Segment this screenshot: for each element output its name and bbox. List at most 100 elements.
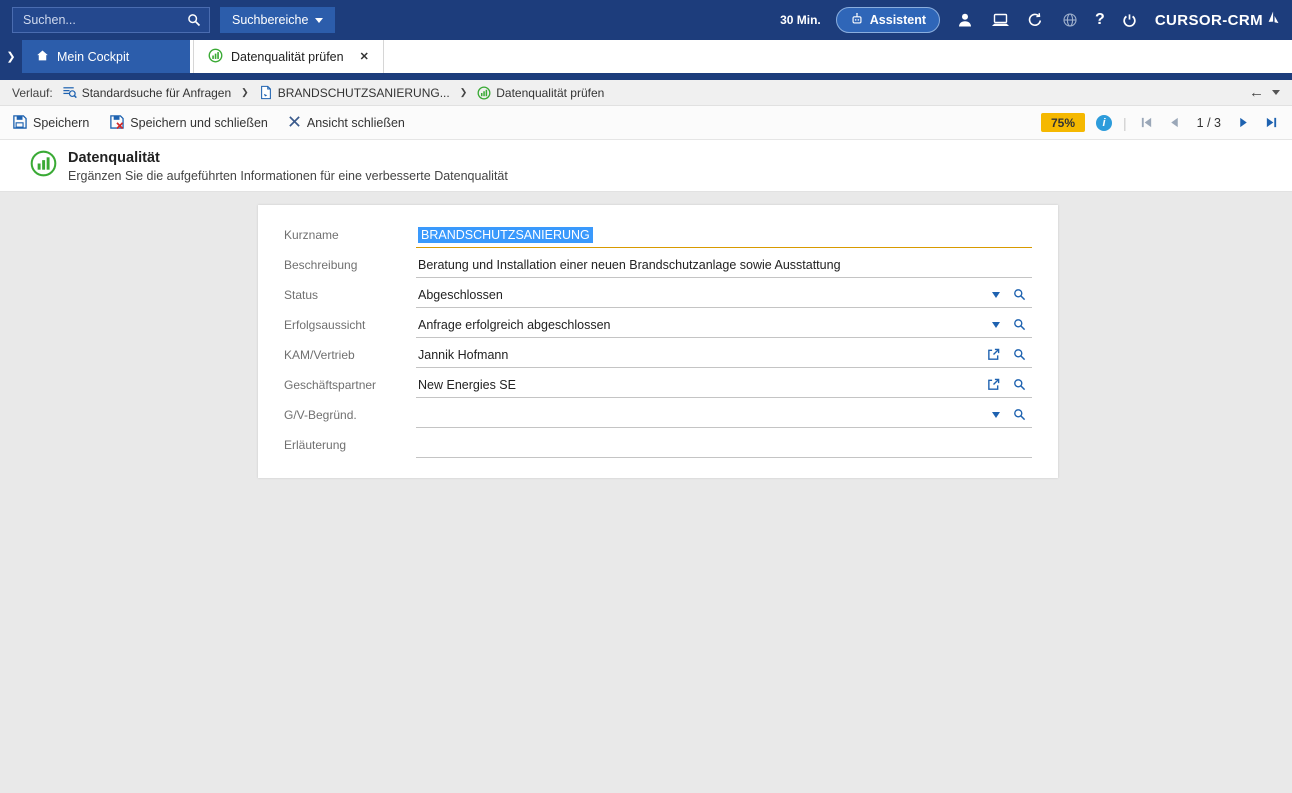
- field-kam-vertrieb[interactable]: Jannik Hofmann: [416, 342, 1032, 368]
- user-icon[interactable]: [955, 10, 975, 30]
- globe-icon[interactable]: [1060, 10, 1080, 30]
- field-value-geschäftspartner: New Energies SE: [418, 378, 516, 392]
- breadcrumb-item[interactable]: Standardsuche für Anfragen: [62, 85, 231, 100]
- topbar: Suchbereiche 30 Min. Assistent ? CURSOR-…: [0, 0, 1292, 40]
- tab-label: Datenqualität prüfen: [231, 50, 344, 64]
- refresh-icon[interactable]: [1025, 10, 1045, 30]
- record-page-indicator: 1 / 3: [1197, 116, 1221, 130]
- search-list-icon: [62, 85, 77, 100]
- tab-accent-strip: [0, 73, 1292, 80]
- field-kurzname[interactable]: BRANDSCHUTZSANIERUNG: [416, 222, 1032, 248]
- close-view-button[interactable]: Ansicht schließen: [288, 115, 405, 131]
- form-card: KurznameBRANDSCHUTZSANIERUNG Beschreibung…: [258, 205, 1058, 478]
- form-row-beschreibung: BeschreibungBeratung und Installation ei…: [284, 250, 1032, 280]
- field-value-kam-vertrieb: Jannik Hofmann: [418, 348, 508, 362]
- form-row-status: StatusAbgeschlossen: [284, 280, 1032, 310]
- form-row-geschäftspartner: GeschäftspartnerNew Energies SE: [284, 370, 1032, 400]
- open-record-icon[interactable]: [987, 378, 1000, 391]
- chevron-down-icon: [315, 18, 323, 23]
- search-areas-button[interactable]: Suchbereiche: [220, 7, 335, 33]
- field-value-erfolgsaussicht: Anfrage erfolgreich abgeschlossen: [418, 318, 610, 332]
- field-value-kurzname: BRANDSCHUTZSANIERUNG: [418, 227, 593, 243]
- breadcrumb-item-label: Datenqualität prüfen: [496, 86, 604, 100]
- last-record-button[interactable]: [1263, 116, 1280, 129]
- lookup-search-icon[interactable]: [1013, 378, 1026, 391]
- field-label-kurzname: Kurzname: [284, 228, 416, 242]
- save-close-icon: [109, 114, 124, 132]
- document-icon: [259, 85, 273, 100]
- field-g-v-begründ[interactable]: [416, 402, 1032, 428]
- breadcrumb-item-label: BRANDSCHUTZSANIERUNG...: [278, 86, 450, 100]
- search-box[interactable]: [12, 7, 210, 33]
- breadcrumb-item[interactable]: BRANDSCHUTZSANIERUNG...: [259, 85, 450, 100]
- field-value-status: Abgeschlossen: [418, 288, 503, 302]
- breadcrumb-label: Verlauf:: [12, 86, 53, 100]
- brand-label: CURSOR-CRM: [1155, 12, 1263, 29]
- field-label-beschreibung: Beschreibung: [284, 258, 416, 272]
- lookup-search-icon[interactable]: [1013, 318, 1026, 331]
- breadcrumb-item-label: Standardsuche für Anfragen: [82, 86, 231, 100]
- page-header: Datenqualität Ergänzen Sie die aufgeführ…: [0, 140, 1292, 192]
- data-quality-icon: [30, 150, 57, 191]
- breadcrumb-item[interactable]: Datenqualität prüfen: [477, 86, 604, 100]
- field-status[interactable]: Abgeschlossen: [416, 282, 1032, 308]
- form-row-erfolgsaussicht: ErfolgsaussichtAnfrage erfolgreich abges…: [284, 310, 1032, 340]
- search-input[interactable]: [21, 12, 187, 28]
- breadcrumb-separator-icon: ❯: [240, 87, 250, 98]
- field-label-erfolgsaussicht: Erfolgsaussicht: [284, 318, 416, 332]
- dropdown-caret-icon[interactable]: [992, 292, 1000, 298]
- open-record-icon[interactable]: [987, 348, 1000, 361]
- page-subtitle: Ergänzen Sie die aufgeführten Informatio…: [68, 169, 508, 183]
- assistant-button[interactable]: Assistent: [836, 7, 940, 33]
- field-beschreibung[interactable]: Beratung und Installation einer neuen Br…: [416, 252, 1032, 278]
- power-icon[interactable]: [1120, 10, 1140, 30]
- dropdown-caret-icon[interactable]: [992, 322, 1000, 328]
- help-icon[interactable]: ?: [1095, 11, 1105, 29]
- field-label-erläuterung: Erläuterung: [284, 438, 416, 452]
- tab-datenqualitaet-pruefen[interactable]: Datenqualität prüfen ✕: [193, 40, 384, 73]
- breadcrumb: Verlauf: Standardsuche für Anfragen ❯ BRAN…: [0, 80, 1292, 106]
- close-view-label: Ansicht schließen: [307, 116, 405, 130]
- breadcrumb-separator-icon: ❯: [459, 87, 469, 98]
- dropdown-caret-icon[interactable]: [992, 412, 1000, 418]
- info-icon[interactable]: i: [1096, 115, 1112, 131]
- tab-close-icon[interactable]: ✕: [360, 50, 369, 63]
- form-row-kam-vertrieb: KAM/VertriebJannik Hofmann: [284, 340, 1032, 370]
- lookup-search-icon[interactable]: [1013, 288, 1026, 301]
- field-erläuterung[interactable]: [416, 432, 1032, 458]
- field-erfolgsaussicht[interactable]: Anfrage erfolgreich abgeschlossen: [416, 312, 1032, 338]
- save-close-label: Speichern und schließen: [130, 116, 268, 130]
- lookup-search-icon[interactable]: [1013, 408, 1026, 421]
- first-record-button[interactable]: [1138, 116, 1155, 129]
- field-label-kam-vertrieb: KAM/Vertrieb: [284, 348, 416, 362]
- search-icon[interactable]: [187, 13, 201, 27]
- history-back-icon[interactable]: ←: [1249, 85, 1264, 100]
- toolbar-divider: |: [1123, 115, 1127, 131]
- form-row-erläuterung: Erläuterung: [284, 430, 1032, 460]
- toolbar: Speichern Speichern und schließen Ansich…: [0, 106, 1292, 140]
- save-label: Speichern: [33, 116, 89, 130]
- close-icon: [288, 115, 301, 131]
- session-timer: 30 Min.: [780, 13, 821, 27]
- form-row-g-v-begründ: G/V-Begründ.: [284, 400, 1032, 430]
- lookup-search-icon[interactable]: [1013, 348, 1026, 361]
- sidebar-expander[interactable]: ❯: [0, 40, 22, 73]
- devices-icon[interactable]: [990, 10, 1010, 30]
- assistant-label: Assistent: [870, 13, 926, 27]
- breadcrumb-items: Standardsuche für Anfragen ❯ BRANDSCHUTZSA…: [62, 85, 605, 100]
- next-record-button[interactable]: [1235, 116, 1252, 129]
- assistant-icon: [850, 12, 864, 29]
- history-dropdown-icon[interactable]: [1272, 90, 1280, 95]
- field-label-geschäftspartner: Geschäftspartner: [284, 378, 416, 392]
- field-label-g-v-begründ: G/V-Begründ.: [284, 408, 416, 422]
- tab-mein-cockpit[interactable]: Mein Cockpit: [22, 40, 190, 73]
- field-label-status: Status: [284, 288, 416, 302]
- brand-sail-icon: [1267, 10, 1280, 30]
- field-geschäftspartner[interactable]: New Energies SE: [416, 372, 1032, 398]
- previous-record-button[interactable]: [1166, 116, 1183, 129]
- save-button[interactable]: Speichern: [12, 114, 89, 132]
- save-and-close-button[interactable]: Speichern und schließen: [109, 114, 268, 132]
- data-quality-progress-badge: 75%: [1041, 113, 1085, 132]
- quality-icon: [477, 86, 491, 100]
- brand-logo: CURSOR-CRM: [1155, 10, 1280, 30]
